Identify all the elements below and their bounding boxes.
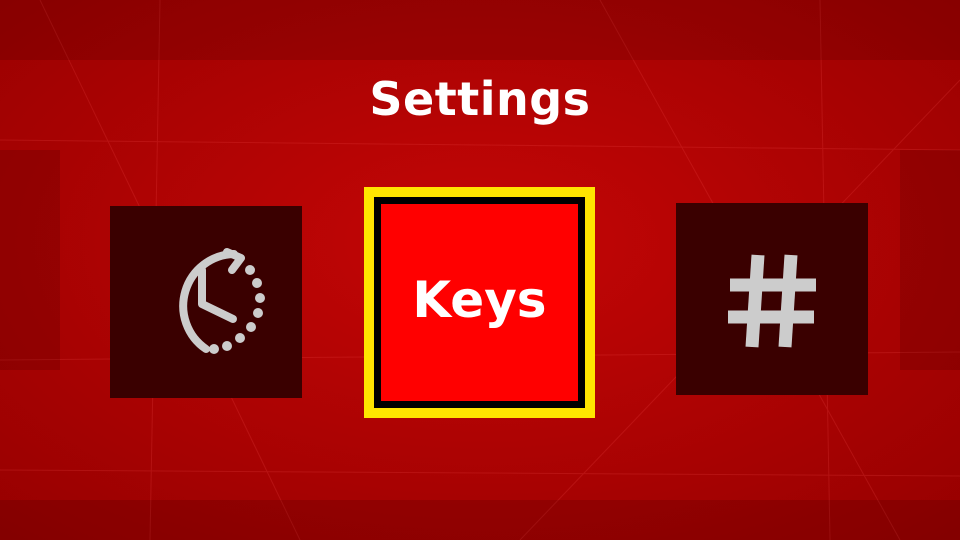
menu-tile-history[interactable]: [110, 206, 302, 398]
menu-tile-keys[interactable]: Keys: [364, 187, 595, 418]
clock-history-icon: [179, 248, 265, 354]
selection-inner-border: Keys: [374, 197, 585, 408]
page-title: Settings: [369, 72, 591, 126]
hash-icon: [728, 254, 816, 348]
keys-tile-face: Keys: [381, 204, 578, 401]
keys-label: Keys: [412, 270, 547, 329]
menu-tile-numbers[interactable]: [676, 203, 868, 395]
